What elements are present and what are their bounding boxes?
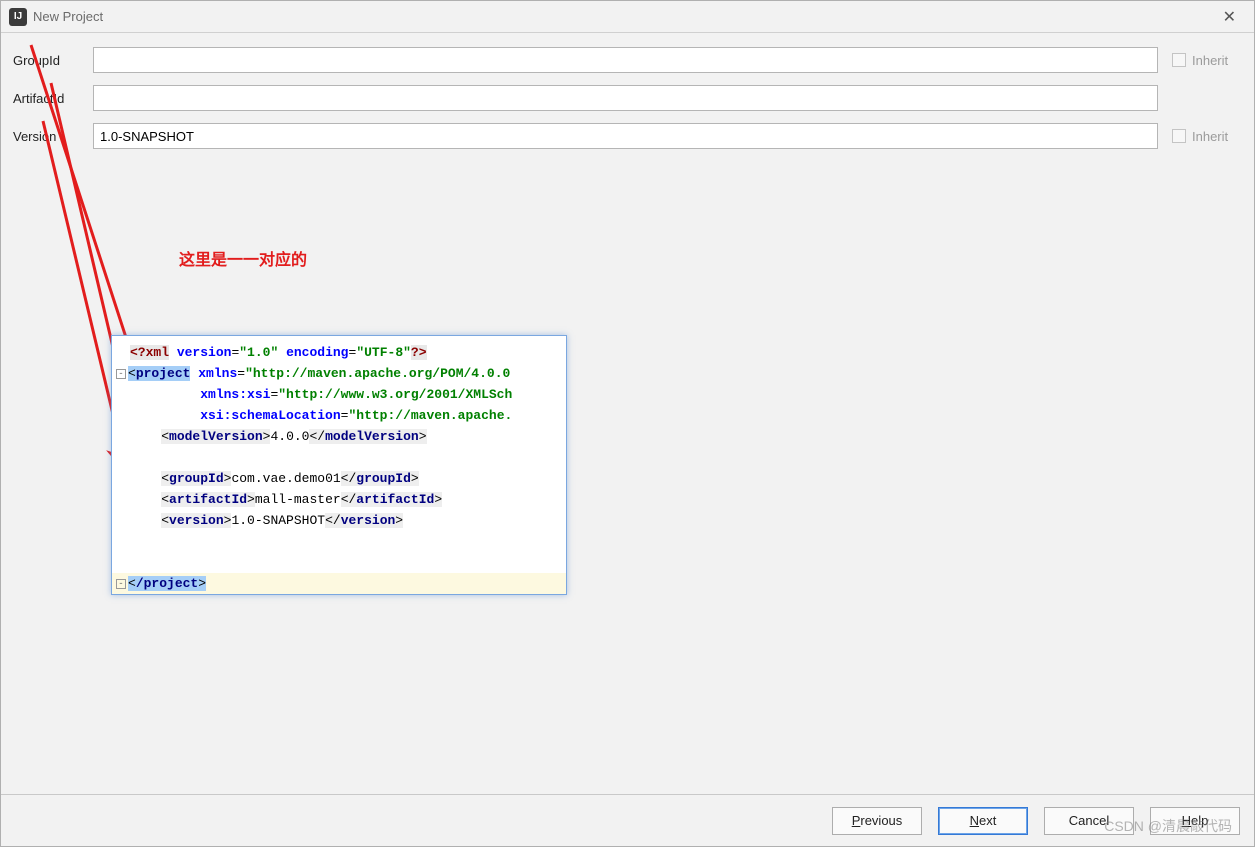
- help-button[interactable]: Help: [1150, 807, 1240, 835]
- inherit-label: Inherit: [1192, 129, 1228, 144]
- previous-button[interactable]: Previous: [832, 807, 922, 835]
- inherit-label: Inherit: [1192, 53, 1228, 68]
- checkbox-icon[interactable]: [1172, 129, 1186, 143]
- next-button[interactable]: Next: [938, 807, 1028, 835]
- titlebar: IJ New Project ✕: [1, 1, 1254, 33]
- window-title: New Project: [33, 9, 103, 24]
- row-artifactid: ArtifactId: [13, 85, 1242, 111]
- inherit-groupid[interactable]: Inherit: [1172, 53, 1242, 68]
- content-area: GroupId Inherit ArtifactId Version Inher…: [1, 33, 1254, 846]
- app-icon: IJ: [9, 8, 27, 26]
- row-groupid: GroupId Inherit: [13, 47, 1242, 73]
- xml-decl-open: <?xml: [130, 345, 169, 360]
- cancel-button[interactable]: Cancel: [1044, 807, 1134, 835]
- code-panel: <?xml version="1.0" encoding="UTF-8"?> -…: [111, 335, 567, 595]
- checkbox-icon[interactable]: [1172, 53, 1186, 67]
- label-version: Version: [13, 129, 93, 144]
- fold-icon[interactable]: -: [116, 369, 126, 379]
- row-version: Version Inherit: [13, 123, 1242, 149]
- dialog-window: IJ New Project ✕ GroupId Inherit Artifac…: [0, 0, 1255, 847]
- close-icon[interactable]: ✕: [1213, 3, 1246, 31]
- fold-icon[interactable]: -: [116, 579, 126, 589]
- label-artifactid: ArtifactId: [13, 91, 93, 106]
- input-version[interactable]: [93, 123, 1158, 149]
- input-groupid[interactable]: [93, 47, 1158, 73]
- input-artifactid[interactable]: [93, 85, 1158, 111]
- inherit-version[interactable]: Inherit: [1172, 129, 1242, 144]
- label-groupid: GroupId: [13, 53, 93, 68]
- footer: Previous Next Cancel Help: [1, 794, 1254, 846]
- annotation-label: 这里是一一对应的: [179, 246, 307, 270]
